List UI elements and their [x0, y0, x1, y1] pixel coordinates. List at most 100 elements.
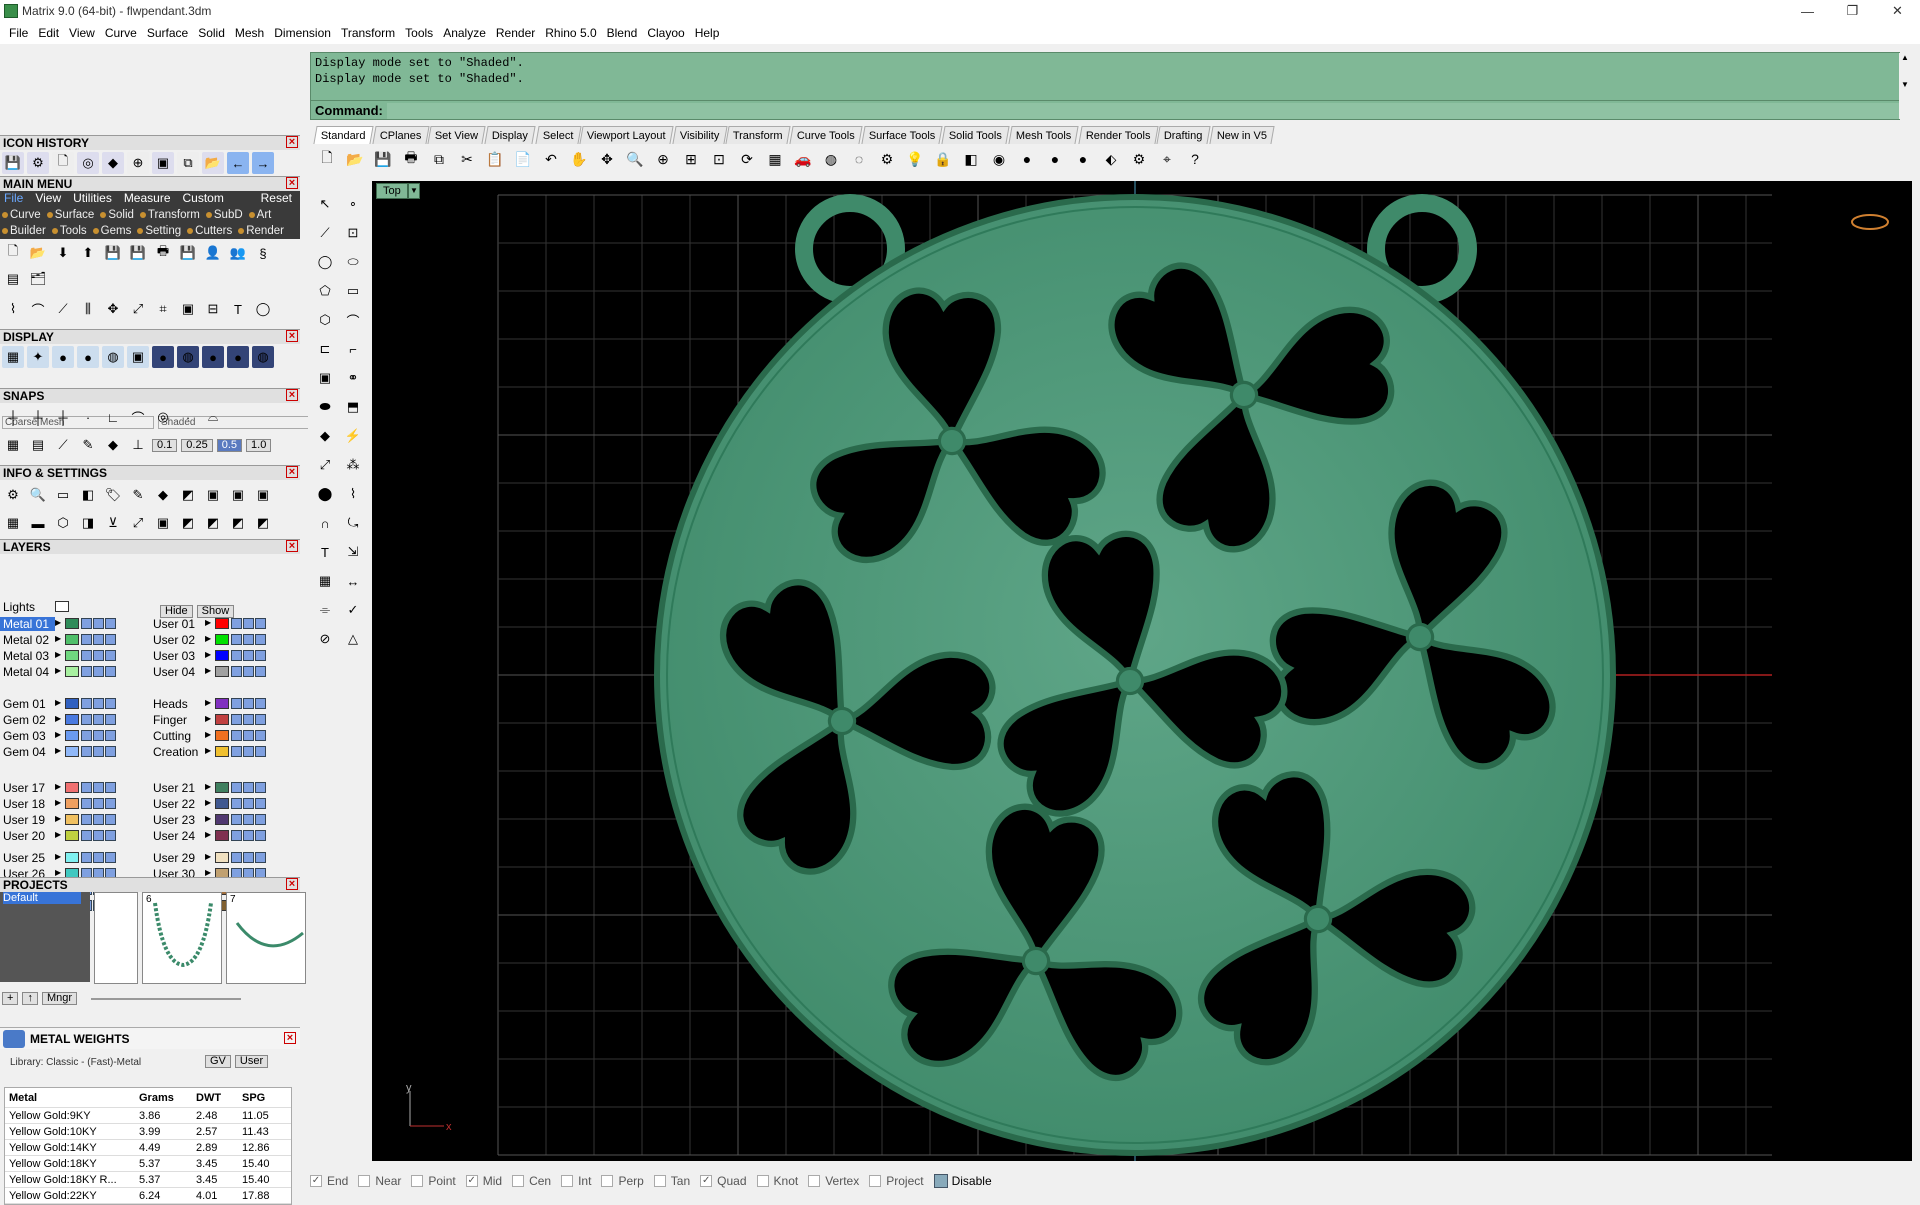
zoom-in-icon[interactable]: 🔍	[624, 148, 646, 170]
expand-arrow-icon[interactable]: ▶	[205, 714, 213, 725]
checkbox[interactable]: ✓	[465, 1175, 478, 1187]
visible-icon[interactable]	[243, 698, 254, 709]
wireframe-icon[interactable]: ▦	[2, 346, 24, 368]
osnap-tan[interactable]: Tan	[653, 1174, 690, 1188]
render-icon[interactable]	[105, 798, 116, 809]
render-icon[interactable]	[255, 666, 266, 677]
layer-row[interactable]: User 21 ▶	[150, 780, 267, 795]
layer-row[interactable]: User 17 ▶	[0, 780, 117, 795]
viewport-layout-icon[interactable]: ▦	[764, 148, 786, 170]
gems-icon[interactable]: ◆	[314, 425, 336, 447]
expand-arrow-icon[interactable]: ▶	[205, 634, 213, 645]
copy-icon[interactable]: ⧉	[428, 148, 450, 170]
color-a-icon[interactable]: ◩	[177, 512, 199, 534]
layer-color-swatch[interactable]	[65, 650, 79, 661]
layout-icon[interactable]: ▣	[152, 152, 174, 174]
column-header[interactable]: SPG	[238, 1092, 288, 1104]
sphere-metal-icon[interactable]: ●	[202, 346, 224, 368]
visible-icon[interactable]	[243, 634, 254, 645]
options-icon[interactable]: ⚙	[1128, 148, 1150, 170]
osnap-knot[interactable]: Knot	[756, 1174, 798, 1188]
table-row[interactable]: Yellow Gold:10KY 3.99 2.57 11.43	[5, 1124, 291, 1140]
tab-set-view[interactable]: Set View	[427, 126, 487, 144]
circle-icon[interactable]: ◯	[252, 298, 274, 320]
snap-value-1[interactable]: 0.25	[181, 438, 213, 452]
lock-icon[interactable]	[231, 830, 242, 841]
checkbox[interactable]	[808, 1175, 821, 1187]
layer-row[interactable]: Gem 04 ▶	[0, 744, 117, 759]
layer-color-swatch[interactable]	[215, 650, 229, 661]
layer-color-swatch[interactable]	[215, 814, 229, 825]
color-b-icon[interactable]: ◩	[202, 512, 224, 534]
close-icon[interactable]: ×	[286, 466, 298, 478]
expand-arrow-icon[interactable]: ▶	[55, 666, 63, 677]
rendered-icon[interactable]: ●	[77, 346, 99, 368]
folder-icon[interactable]: 🗂	[27, 268, 49, 290]
cone-icon[interactable]: △	[342, 628, 364, 650]
category-tools[interactable]: Tools	[50, 225, 91, 237]
osnap-mid[interactable]: ✓ Mid	[465, 1174, 502, 1188]
tab-select[interactable]: Select	[534, 126, 581, 144]
control-points-icon[interactable]: ⊡	[342, 222, 364, 244]
gem-icon[interactable]: ◆	[102, 152, 124, 174]
menu-mesh[interactable]: Mesh	[230, 26, 269, 40]
sphere-dark-icon[interactable]: ●	[1044, 148, 1066, 170]
main-menu-tab-reset[interactable]: Reset	[257, 191, 300, 207]
expand-arrow-icon[interactable]: ▶	[205, 666, 213, 677]
layer-color-swatch[interactable]	[215, 782, 229, 793]
visible-icon[interactable]	[93, 798, 104, 809]
layer-color-swatch[interactable]	[55, 601, 69, 612]
layer-row[interactable]: User 18 ▶	[0, 796, 117, 811]
visible-icon[interactable]	[93, 650, 104, 661]
offset-icon[interactable]: ⊏	[314, 338, 336, 360]
save-icon[interactable]: 💾	[372, 148, 394, 170]
color-d-icon[interactable]: ◩	[252, 512, 274, 534]
category-cutters[interactable]: Cutters	[185, 225, 236, 237]
layer-row[interactable]: User 22 ▶	[150, 796, 267, 811]
expand-arrow-icon[interactable]: ▶	[55, 830, 63, 841]
split-icon[interactable]: ⌗	[152, 298, 174, 320]
lock-icon[interactable]	[81, 746, 92, 757]
menu-transform[interactable]: Transform	[336, 26, 400, 40]
tab-curve-tools[interactable]: Curve Tools	[789, 126, 863, 144]
main-menu-tab-custom[interactable]: Custom	[179, 191, 232, 207]
category-art[interactable]: Art	[247, 209, 276, 221]
layer-color-swatch[interactable]	[215, 698, 229, 709]
render-icon[interactable]	[255, 798, 266, 809]
cut-icon[interactable]: ✂	[456, 148, 478, 170]
clip-icon[interactable]: ⊘	[314, 628, 336, 650]
lightning-icon[interactable]: ⚡	[342, 425, 364, 447]
layer-row[interactable]: User 25 ▶	[0, 850, 117, 865]
sphere-gray-icon[interactable]: ●	[1016, 148, 1038, 170]
file-icon[interactable]: 🗋	[52, 152, 74, 174]
render-icon[interactable]	[255, 782, 266, 793]
layer-color-swatch[interactable]	[215, 666, 229, 677]
visible-icon[interactable]	[243, 782, 254, 793]
lock-icon[interactable]	[81, 666, 92, 677]
lock-icon[interactable]	[231, 852, 242, 863]
gv-toggle[interactable]: GV	[205, 1055, 231, 1068]
lock-icon[interactable]	[81, 782, 92, 793]
visible-icon[interactable]	[243, 714, 254, 725]
blob-icon[interactable]: ⬤	[314, 483, 336, 505]
layer-row[interactable]: User 23 ▶	[150, 812, 267, 827]
pan-icon[interactable]: ✋	[568, 148, 590, 170]
checkbox[interactable]	[869, 1175, 882, 1187]
tab-transform[interactable]: Transform	[725, 126, 791, 144]
info-icon[interactable]: ⚙	[2, 484, 24, 506]
visible-icon[interactable]	[93, 782, 104, 793]
expand-arrow-icon[interactable]: ▶	[205, 730, 213, 741]
folder-icon[interactable]: 📂	[202, 152, 224, 174]
expand-arrow-icon[interactable]: ▶	[205, 798, 213, 809]
osnap-point[interactable]: Point	[411, 1174, 456, 1188]
xray-icon[interactable]: ▣	[127, 346, 149, 368]
edit-icon[interactable]: ✎	[127, 484, 149, 506]
snap-tan-icon[interactable]: ·	[177, 406, 199, 428]
visible-icon[interactable]	[93, 830, 104, 841]
panel-icon[interactable]: ▬	[27, 512, 49, 534]
zoom-window-icon[interactable]: ⊕	[652, 148, 674, 170]
visible-icon[interactable]	[93, 714, 104, 725]
export-icon[interactable]: ⬆	[77, 242, 99, 264]
layer-row-lights[interactable]: Lights	[0, 599, 71, 614]
maximize-button[interactable]: ❐	[1830, 0, 1875, 22]
